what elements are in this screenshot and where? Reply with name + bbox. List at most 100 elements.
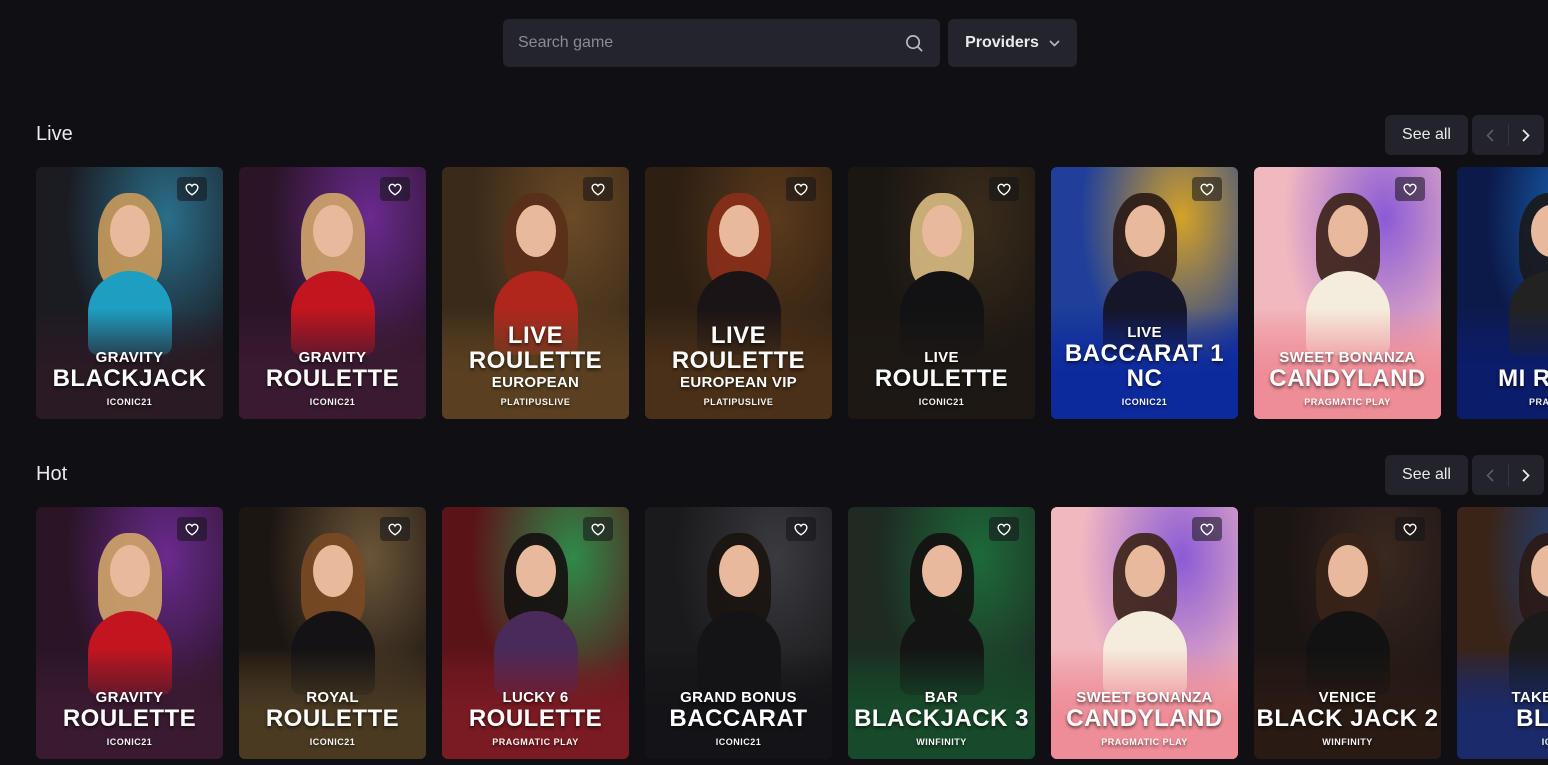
game-caption: LIVE BACCARAT 1 NC ICONIC21 [1051, 324, 1238, 407]
game-card[interactable]: SWEET BONANZA CANDYLAND PRAGMATIC PLAY [1254, 167, 1441, 419]
game-provider: ICONIC21 [715, 737, 762, 747]
game-card[interactable]: ROYAL ROULETTE ICONIC21 [239, 507, 426, 759]
game-caption: TAKE DEABLAC ICO [1457, 689, 1548, 747]
game-caption: ROYAL ROULETTE ICONIC21 [239, 689, 426, 747]
game-card[interactable]: GRAND BONUS BACCARAT ICONIC21 [645, 507, 832, 759]
game-provider: PRAGMATIC PLAY [1304, 397, 1391, 407]
heart-icon[interactable] [989, 177, 1019, 201]
game-card[interactable]: VENICE BLACK JACK 2 WINFINITY [1254, 507, 1441, 759]
heart-icon[interactable] [1192, 177, 1222, 201]
game-subtitle: LUCKY 6 [502, 689, 569, 706]
game-card[interactable]: LIVE BACCARAT 1 NC ICONIC21 [1051, 167, 1238, 419]
game-subtitle: GRAVITY [95, 689, 164, 706]
dealer-face [1124, 205, 1165, 257]
game-card[interactable]: TAKE DEABLAC ICO [1457, 507, 1548, 759]
game-card[interactable]: LIVE ROULETTE EUROPEAN VIP PLATIPUSLIVE [645, 167, 832, 419]
game-caption: BAR BLACKJACK 3 WINFINITY [848, 689, 1035, 747]
game-card[interactable]: SWEET BONANZA CANDYLAND PRAGMATIC PLAY [1051, 507, 1238, 759]
section-title-hot: Hot [36, 463, 68, 485]
heart-icon[interactable] [786, 517, 816, 541]
heart-icon[interactable] [583, 177, 613, 201]
game-provider: PRAGMATIC PLAY [492, 737, 579, 747]
games-row-hot: GRAVITY ROULETTE ICONIC21 ROYAL ROULETTE ICON… [36, 507, 1548, 759]
heart-icon[interactable] [1192, 517, 1222, 541]
game-caption: LIVE ROULETTE EUROPEAN PLATIPUSLIVE [442, 323, 629, 407]
game-caption: VENICE BLACK JACK 2 WINFINITY [1254, 689, 1441, 747]
game-title: ROULETTE [468, 705, 603, 732]
game-caption: GRAVITY ROULETTE ICONIC21 [239, 349, 426, 407]
dealer-face [515, 545, 556, 597]
chevron-down-icon [1049, 34, 1060, 52]
dealer-face [1124, 545, 1165, 597]
see-all-button[interactable]: See all [1385, 455, 1468, 495]
dealer-face [921, 205, 962, 257]
heart-icon[interactable] [177, 517, 207, 541]
next-arrow-icon[interactable] [1509, 115, 1545, 155]
game-card[interactable]: LIVE ROULETTE EUROPEAN PLATIPUSLIVE [442, 167, 629, 419]
game-title: BLACK JACK 2 [1256, 705, 1439, 732]
dealer-face [718, 545, 759, 597]
heart-icon[interactable] [1395, 517, 1425, 541]
game-subtitle: LIVE [1127, 324, 1162, 341]
game-caption: LIVE ROULETTE EUROPEAN VIP PLATIPUSLIVE [645, 323, 832, 407]
search-input[interactable] [518, 34, 903, 52]
game-card[interactable]: GRAVITY ROULETTE ICONIC21 [36, 507, 223, 759]
game-provider: ICONIC21 [309, 397, 356, 407]
dealer-face [921, 545, 962, 597]
game-card[interactable]: GRAVITY ROULETTE ICONIC21 [239, 167, 426, 419]
game-title: BLAC [1516, 705, 1548, 732]
prev-arrow-icon[interactable] [1472, 115, 1508, 155]
heart-icon[interactable] [989, 517, 1019, 541]
game-subtitle: SWEET BONANZA [1076, 689, 1213, 706]
game-subtitle: TAKE DEA [1511, 689, 1548, 706]
game-title: CANDYLAND [1066, 705, 1223, 732]
search-icon[interactable] [903, 32, 925, 54]
game-subtitle: BAR [924, 689, 959, 706]
game-subtitle: GRAVITY [298, 349, 367, 366]
prev-arrow-icon[interactable] [1472, 455, 1508, 495]
dealer-face [109, 205, 150, 257]
section-title-live: Live [36, 123, 73, 145]
dealer-face [312, 205, 353, 257]
game-title: CANDYLAND [1269, 365, 1426, 392]
game-provider: WINFINITY [916, 737, 967, 747]
game-title: LIVE ROULETTE [468, 322, 603, 374]
game-caption: MI ROUL PRAGMA [1457, 366, 1548, 407]
game-caption: GRAVITY ROULETTE ICONIC21 [36, 689, 223, 747]
dealer-face [1327, 545, 1368, 597]
game-provider: WINFINITY [1322, 737, 1373, 747]
game-title: ROULETTE [265, 705, 400, 732]
game-caption: SWEET BONANZA CANDYLAND PRAGMATIC PLAY [1254, 349, 1441, 407]
game-caption: SWEET BONANZA CANDYLAND PRAGMATIC PLAY [1051, 689, 1238, 747]
providers-dropdown[interactable]: Providers [948, 19, 1077, 67]
heart-icon[interactable] [1395, 177, 1425, 201]
game-caption: LUCKY 6 ROULETTE PRAGMATIC PLAY [442, 689, 629, 747]
carousel-nav [1472, 455, 1544, 495]
game-caption: GRAVITY BLACKJACK ICONIC21 [36, 349, 223, 407]
game-title: ROULETTE [874, 365, 1009, 392]
heart-icon[interactable] [380, 517, 410, 541]
game-provider: ICONIC21 [309, 737, 356, 747]
game-provider: ICONIC21 [1121, 397, 1168, 407]
game-provider: PLATIPUSLIVE [703, 397, 774, 407]
game-title: BLACKJACK [52, 365, 207, 392]
game-card[interactable]: GRAVITY BLACKJACK ICONIC21 [36, 167, 223, 419]
heart-icon[interactable] [583, 517, 613, 541]
search-bar[interactable] [503, 19, 940, 67]
game-variant: EUROPEAN [491, 374, 580, 391]
heart-icon[interactable] [380, 177, 410, 201]
game-card[interactable]: LUCKY 6 ROULETTE PRAGMATIC PLAY [442, 507, 629, 759]
game-card[interactable]: MI ROUL PRAGMA [1457, 167, 1548, 419]
see-all-button[interactable]: See all [1385, 115, 1468, 155]
game-title: LIVE ROULETTE [671, 322, 806, 374]
dealer-face [109, 545, 150, 597]
game-caption: GRAND BONUS BACCARAT ICONIC21 [645, 689, 832, 747]
carousel-nav [1472, 115, 1544, 155]
game-title: ROULETTE [62, 705, 197, 732]
game-card[interactable]: BAR BLACKJACK 3 WINFINITY [848, 507, 1035, 759]
game-card[interactable]: LIVE ROULETTE ICONIC21 [848, 167, 1035, 419]
heart-icon[interactable] [786, 177, 816, 201]
heart-icon[interactable] [177, 177, 207, 201]
next-arrow-icon[interactable] [1509, 455, 1545, 495]
game-caption: LIVE ROULETTE ICONIC21 [848, 349, 1035, 407]
